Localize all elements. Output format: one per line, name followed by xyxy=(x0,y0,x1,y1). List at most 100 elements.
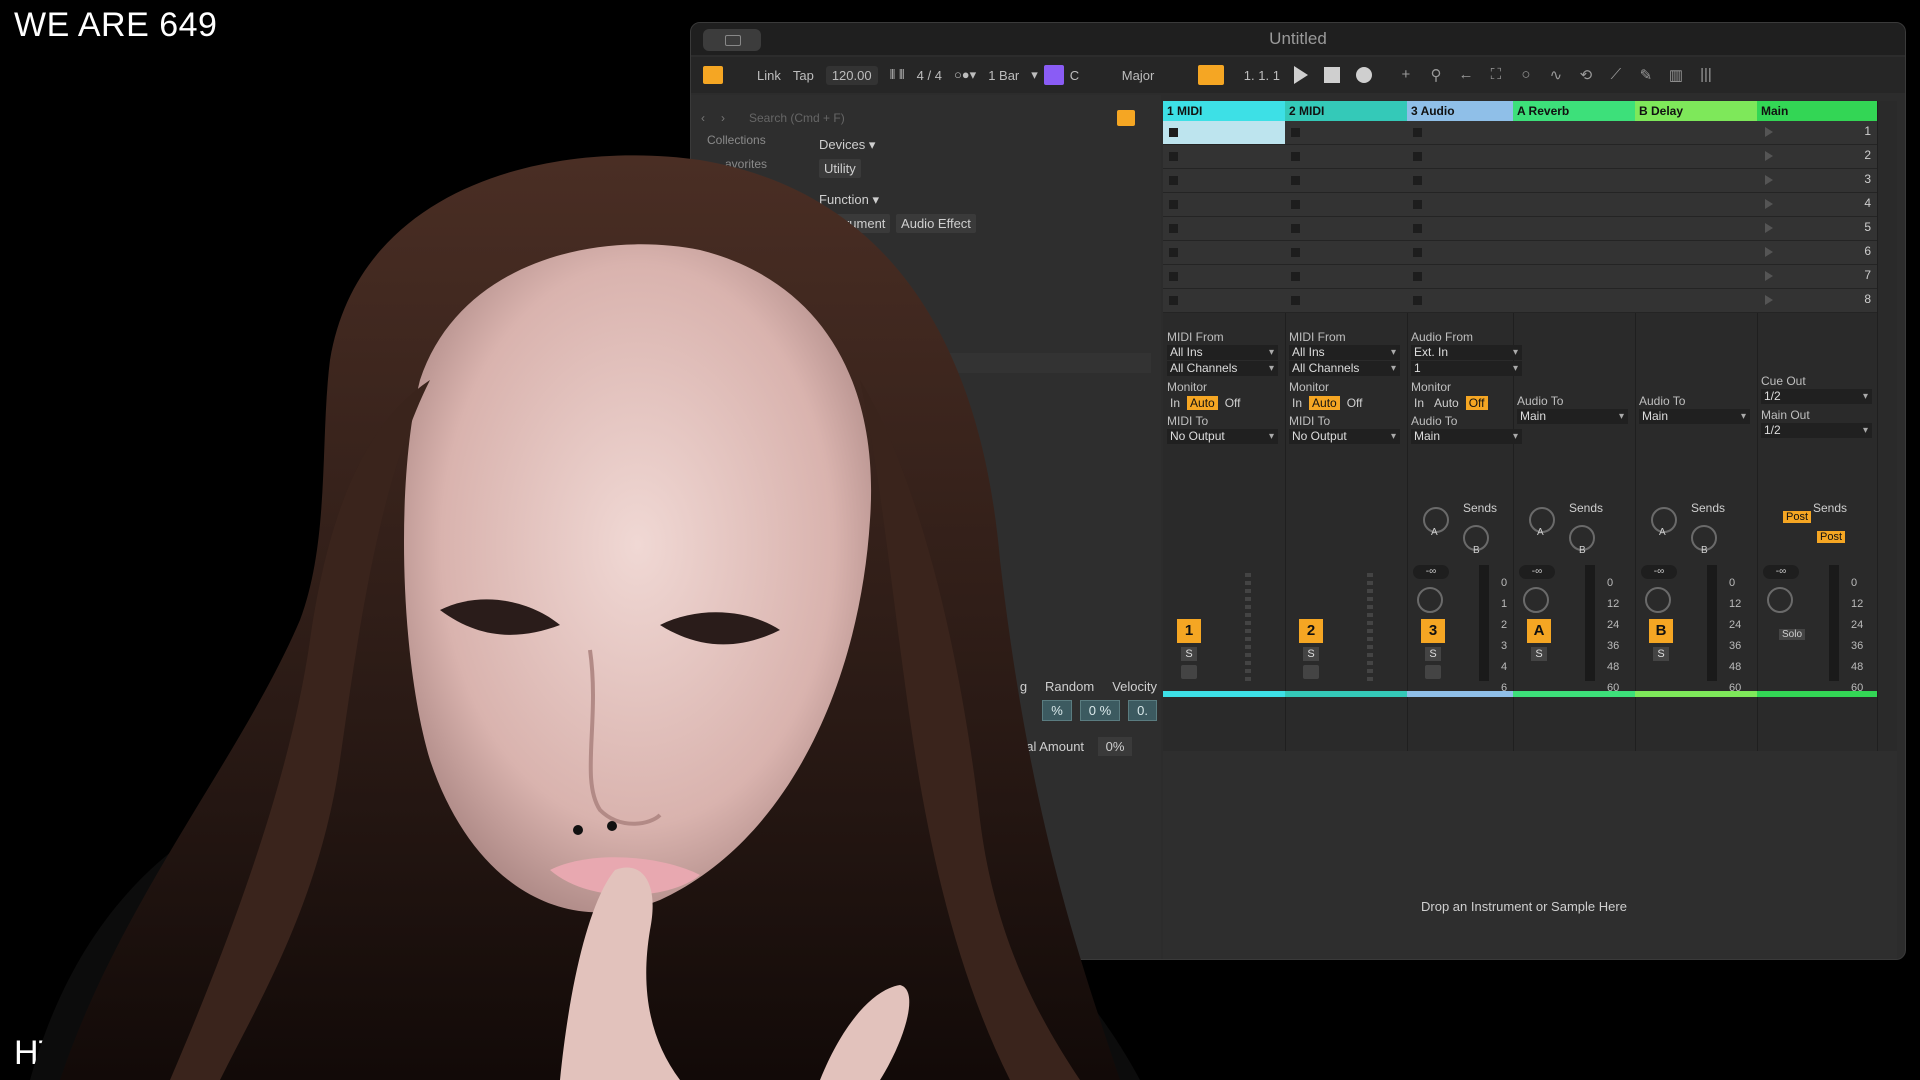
clip-slot[interactable] xyxy=(1635,265,1757,289)
output-dropdown[interactable]: Main xyxy=(1639,409,1750,424)
loop-icon[interactable]: ⟲ xyxy=(1578,66,1594,84)
monitor-in-button[interactable]: In xyxy=(1167,396,1183,410)
clip-slot[interactable] xyxy=(1407,289,1513,313)
volume-fader[interactable] xyxy=(1829,565,1839,681)
clip-slot[interactable] xyxy=(1285,145,1407,169)
monitor-off-button[interactable]: Off xyxy=(1465,396,1488,410)
monitor-in-button[interactable]: In xyxy=(1289,396,1305,410)
input-channel-dropdown[interactable]: All Channels xyxy=(1289,361,1400,376)
format-header[interactable]: mat ▾ xyxy=(819,247,1155,263)
mpe-icon[interactable]: ∿ xyxy=(1548,66,1564,84)
play-icon[interactable] xyxy=(1293,66,1308,84)
output-dropdown[interactable]: Main xyxy=(1517,409,1628,424)
scale-mode-icon[interactable] xyxy=(1043,65,1064,85)
monitor-in-button[interactable]: In xyxy=(1411,396,1427,410)
clip-slot[interactable]: 1 xyxy=(1757,121,1877,145)
input-source-dropdown[interactable]: Ext. In xyxy=(1411,345,1522,360)
volume-fader[interactable] xyxy=(1585,565,1595,681)
clip-slot[interactable]: 5 xyxy=(1757,217,1877,241)
scene-launch-icon[interactable] xyxy=(1765,151,1773,161)
punch-icon[interactable]: ⟋ xyxy=(1608,66,1624,84)
random-value-field[interactable]: 0 % xyxy=(1079,700,1121,721)
quantize-dropdown[interactable]: 1 Bar xyxy=(988,68,1019,83)
solo-button[interactable]: S xyxy=(1531,647,1547,661)
clip-slot[interactable]: 8 xyxy=(1757,289,1877,313)
clip-slot[interactable] xyxy=(1407,121,1513,145)
clip-slot[interactable] xyxy=(1635,193,1757,217)
track-activator-button[interactable]: 1 xyxy=(1177,619,1201,643)
track-activator-button[interactable]: 2 xyxy=(1299,619,1323,643)
scene-launch-icon[interactable] xyxy=(1765,199,1773,209)
instrument-chip[interactable]: Instrument xyxy=(819,214,891,233)
clip-slot[interactable]: 2 xyxy=(1757,145,1877,169)
arm-button[interactable] xyxy=(1425,665,1441,679)
track-header[interactable]: A Reverb xyxy=(1513,101,1635,121)
volume-field[interactable]: -∞ xyxy=(1763,565,1799,579)
scene-launch-icon[interactable] xyxy=(1765,295,1773,305)
arm-button[interactable] xyxy=(1303,665,1319,679)
solo-button[interactable]: S xyxy=(1653,647,1669,661)
clip-slot[interactable] xyxy=(1513,217,1635,241)
clip-slot[interactable]: 6 xyxy=(1757,241,1877,265)
clip-slot[interactable] xyxy=(1407,193,1513,217)
velocity-value-field[interactable]: 0. xyxy=(1128,700,1157,721)
clip-slot[interactable] xyxy=(1635,145,1757,169)
volume-fader[interactable] xyxy=(1479,565,1489,681)
output-dropdown[interactable]: No Output xyxy=(1167,429,1278,444)
scene-launch-icon[interactable] xyxy=(1765,271,1773,281)
post-button-b[interactable]: Post xyxy=(1817,531,1846,543)
clip-slot[interactable] xyxy=(1635,217,1757,241)
pan-knob[interactable] xyxy=(1767,587,1793,613)
clip-slot[interactable]: 4 xyxy=(1757,193,1877,217)
capture-icon[interactable]: ⛶ xyxy=(1488,66,1504,84)
output-dropdown[interactable]: Main xyxy=(1411,429,1522,444)
clip-slot[interactable] xyxy=(1285,289,1407,313)
cue-out-dropdown[interactable]: 1/2 xyxy=(1761,389,1872,404)
devices-header[interactable]: Devices ▾ xyxy=(819,137,1155,153)
clip-slot[interactable] xyxy=(1285,265,1407,289)
input-channel-dropdown[interactable]: All Channels xyxy=(1167,361,1278,376)
scale-dropdown[interactable]: Major xyxy=(1122,68,1192,83)
session-record-icon[interactable]: ○ xyxy=(1518,66,1534,84)
clip-slot[interactable] xyxy=(1407,217,1513,241)
arm-button[interactable] xyxy=(1181,665,1197,679)
monitor-off-button[interactable]: Off xyxy=(1344,396,1366,410)
automation-icon[interactable]: ⚲ xyxy=(1428,66,1444,84)
clip-slot[interactable] xyxy=(1163,289,1285,313)
input-channel-dropdown[interactable]: 1 xyxy=(1411,361,1522,376)
clip-slot[interactable] xyxy=(1163,193,1285,217)
track-header[interactable]: 2 MIDI xyxy=(1285,101,1407,121)
search-input[interactable]: Search (Cmd + F) xyxy=(749,111,845,125)
groove-value-field[interactable]: % xyxy=(1042,700,1072,721)
follow-icon[interactable] xyxy=(1197,65,1224,85)
clip-slot[interactable]: 3 xyxy=(1757,169,1877,193)
clip-slot[interactable] xyxy=(1513,241,1635,265)
clip-slot[interactable] xyxy=(1635,169,1757,193)
tempo-field[interactable]: 120.00 xyxy=(825,65,878,85)
scene-launch-icon[interactable] xyxy=(1765,247,1773,257)
back-icon[interactable]: ‹ xyxy=(701,111,721,125)
scene-launch-icon[interactable] xyxy=(1765,175,1773,185)
clip-slot[interactable] xyxy=(1407,241,1513,265)
clip-slot[interactable] xyxy=(1285,193,1407,217)
solo-button[interactable]: S xyxy=(1425,647,1441,661)
stop-icon[interactable] xyxy=(1323,67,1340,83)
track-header[interactable]: Main xyxy=(1757,101,1877,121)
clip-slot[interactable] xyxy=(1513,145,1635,169)
clip-slot[interactable] xyxy=(1163,217,1285,241)
add-icon[interactable]: + xyxy=(1398,66,1414,84)
solo-button[interactable]: S xyxy=(1303,647,1319,661)
clip-slot[interactable] xyxy=(1635,241,1757,265)
back-to-arrangement-icon[interactable]: ← xyxy=(1458,66,1474,84)
key-dropdown[interactable]: C xyxy=(1070,68,1110,83)
monitor-auto-button[interactable]: Auto xyxy=(1187,396,1218,410)
clip-slot[interactable] xyxy=(1407,169,1513,193)
track-header[interactable]: B Delay xyxy=(1635,101,1757,121)
tap-button[interactable]: Tap xyxy=(793,68,814,83)
filter-icon[interactable] xyxy=(1117,110,1135,126)
track-header[interactable]: 3 Audio xyxy=(1407,101,1513,121)
volume-field[interactable]: -∞ xyxy=(1519,565,1555,579)
time-signature-field[interactable]: 4 / 4 xyxy=(917,68,942,83)
pan-knob[interactable] xyxy=(1645,587,1671,613)
record-icon[interactable] xyxy=(1355,67,1372,83)
